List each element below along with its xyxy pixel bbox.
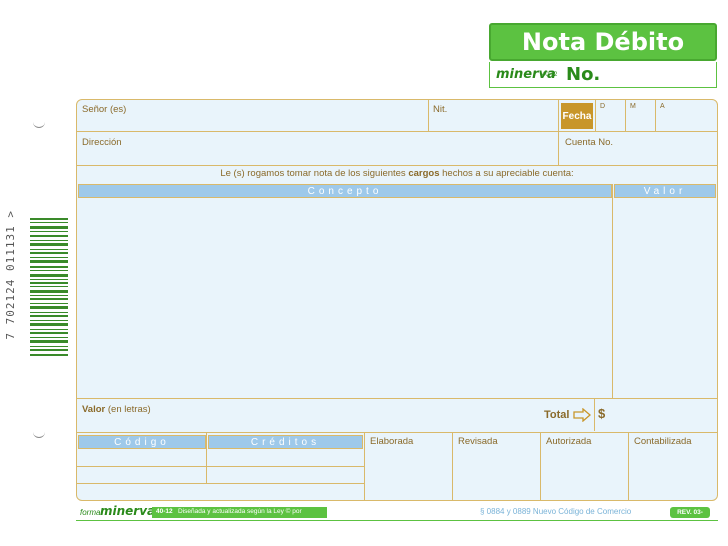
valor-letras-rest: (en letras) — [107, 404, 151, 415]
footer-legal: § 0884 y 0889 Nuevo Código de Comercio — [480, 507, 632, 516]
document-title: Nota Débito — [489, 23, 717, 61]
footer-code: 40-12 — [156, 508, 173, 515]
contabilizada-field[interactable] — [630, 450, 716, 498]
notice-text: Le (s) rogamos tomar nota de los siguien… — [76, 168, 718, 179]
valor-letras-bold: Valor — [82, 404, 106, 415]
senor-field[interactable] — [140, 102, 425, 129]
month-field[interactable] — [626, 112, 654, 130]
year-label: A — [660, 103, 665, 110]
row-divider-2 — [77, 165, 717, 166]
footer-forma: forma — [80, 508, 101, 517]
nit-divider — [428, 100, 429, 131]
concepto-area[interactable] — [78, 199, 611, 397]
cuenta-field[interactable] — [620, 134, 715, 163]
elaborada-field[interactable] — [366, 450, 451, 498]
total-label: Total — [544, 409, 570, 421]
creditos-header: Créditos — [208, 435, 363, 449]
valor-letras-field[interactable] — [150, 402, 530, 430]
elaborada-divider — [452, 433, 453, 500]
autorizada-field[interactable] — [542, 450, 627, 498]
cuenta-label: Cuenta No. — [565, 137, 614, 148]
side-fine-print — [718, 110, 728, 500]
brand-code: 40-12 — [542, 72, 558, 78]
row-divider-4 — [77, 432, 717, 433]
barcode-number: 7 702124 011131 > — [4, 210, 17, 340]
senor-label: Señor (es) — [82, 104, 127, 115]
notice-bold: cargos — [408, 168, 440, 179]
direccion-label: Dirección — [82, 137, 122, 148]
codigo-cell-1[interactable] — [78, 450, 205, 465]
valor-column-divider — [612, 184, 613, 398]
autorizada-divider — [628, 433, 629, 500]
footer-design-note: Diseñada y actualizada según la Ley © po… — [178, 508, 302, 515]
footer-rev-tag: REV. 03-0001 — [670, 507, 710, 527]
total-divider — [594, 399, 595, 431]
number-label: No. — [566, 64, 601, 85]
row-divider-1 — [77, 131, 717, 132]
concepto-header: Concepto — [78, 184, 612, 198]
day-field[interactable] — [596, 112, 624, 130]
number-row: minerva 40-12 No. — [489, 62, 717, 88]
autorizada-label: Autorizada — [546, 436, 592, 447]
codigo-divider — [206, 433, 207, 483]
valor-header: Valor — [614, 184, 716, 198]
footer-brand: minerva — [100, 504, 156, 518]
total-currency: $ — [598, 406, 606, 421]
valor-letras-label: Valor (en letras) — [82, 404, 151, 415]
nit-field[interactable] — [450, 102, 555, 129]
codigo-cell-2[interactable] — [78, 467, 205, 482]
notice-before: Le (s) rogamos tomar nota de los siguien… — [220, 168, 406, 179]
direccion-field[interactable] — [130, 134, 555, 163]
creditos-cell-1[interactable] — [208, 450, 363, 465]
contabilizada-label: Contabilizada — [634, 436, 692, 447]
nit-label: Nit. — [433, 104, 448, 115]
revisada-divider — [540, 433, 541, 500]
revisada-label: Revisada — [458, 436, 498, 447]
barcode — [30, 218, 68, 356]
footer-underline — [76, 520, 718, 521]
year-field[interactable] — [656, 112, 716, 130]
fecha-label: Fecha — [561, 103, 593, 129]
elaborada-label: Elaborada — [370, 436, 414, 447]
total-field[interactable] — [612, 402, 716, 430]
valor-area[interactable] — [614, 199, 716, 397]
punch-mark-bottom — [33, 428, 45, 438]
creditos-cell-2[interactable] — [208, 467, 363, 482]
arrow-right-icon — [573, 408, 591, 422]
fecha-divider — [558, 100, 559, 165]
month-label: M — [630, 103, 636, 110]
day-label: D — [600, 103, 606, 110]
codigo-header: Código — [78, 435, 206, 449]
revisada-field[interactable] — [454, 450, 539, 498]
punch-mark-top — [33, 118, 45, 128]
notice-after: hechos a su apreciable cuenta: — [442, 168, 574, 179]
bottom-row-2 — [77, 483, 365, 484]
row-divider-3 — [77, 398, 717, 399]
